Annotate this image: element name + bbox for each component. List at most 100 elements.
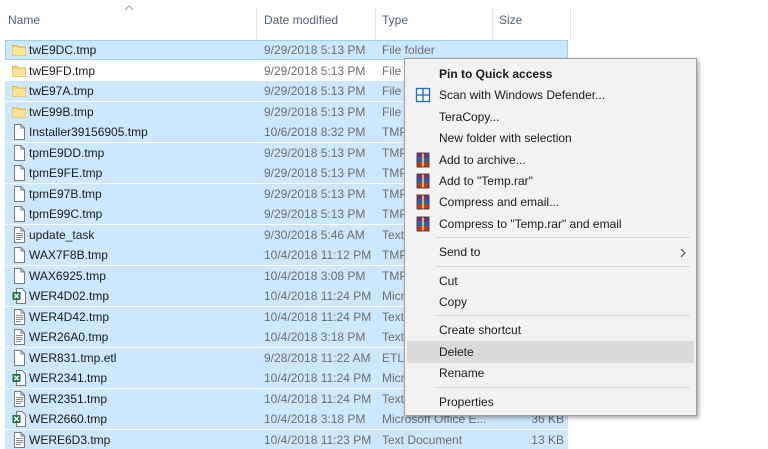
column-size-label: Size [499, 13, 523, 27]
menu-item-teracopy[interactable]: TeraCopy... [407, 106, 694, 128]
column-divider[interactable] [570, 8, 571, 40]
excel-file-icon [12, 370, 26, 386]
file-date-modified: 10/6/2018 8:32 PM [264, 125, 366, 139]
file-name: tpmE9FE.tmp [29, 166, 103, 180]
column-header-date-modified[interactable]: Date modified [264, 0, 374, 40]
folder-icon [12, 42, 26, 58]
menu-item-add-to-archive[interactable]: Add to archive... [407, 149, 694, 171]
menu-separator [435, 265, 690, 267]
menu-item-rename[interactable]: Rename [407, 362, 694, 384]
file-date-modified: 9/29/2018 5:13 PM [264, 145, 366, 160]
winrar-icon [415, 194, 431, 210]
file-date-modified: 10/4/2018 11:24 PM [264, 289, 372, 303]
menu-item-pin-to-quick-access[interactable]: Pin to Quick access [407, 63, 694, 85]
context-menu: Pin to Quick access Scan with Windows Def… [404, 58, 697, 416]
file-icon [12, 165, 26, 181]
text-file-icon [12, 390, 26, 407]
folder-icon [12, 63, 26, 79]
file-name: WER2341.tmp [29, 371, 108, 385]
file-date-modified: 10/4/2018 11:24 PM [264, 371, 372, 385]
file-type: File folder [382, 43, 435, 57]
column-header-size[interactable]: Size [499, 0, 571, 40]
menu-item-label: Create shortcut [439, 323, 522, 338]
file-date-modified: 10/4/2018 3:08 PM [264, 268, 366, 283]
file-icon [12, 185, 26, 202]
file-date-modified: 9/29/2018 5:13 PM [264, 43, 366, 57]
column-divider[interactable] [256, 8, 257, 40]
menu-item-add-to-temp-rar[interactable]: Add to "Temp.rar" [407, 170, 694, 192]
folder-icon [12, 104, 26, 120]
menu-item-label: Add to "Temp.rar" [439, 174, 533, 188]
column-divider[interactable] [492, 8, 493, 40]
file-icon [12, 267, 26, 284]
menu-item-new-folder-with-selection[interactable]: New folder with selection [407, 127, 694, 149]
excel-file-icon [12, 411, 26, 427]
file-date-modified: 9/29/2018 5:13 PM [264, 186, 366, 201]
menu-item-create-shortcut[interactable]: Create shortcut [407, 319, 694, 341]
file-icon [12, 124, 26, 140]
menu-item-scan-with-windows-defender[interactable]: Scan with Windows Defender... [407, 84, 694, 106]
menu-item-label: Pin to Quick access [439, 67, 553, 81]
file-type: Text Document [382, 432, 463, 447]
file-name: tpmE99C.tmp [29, 207, 103, 221]
file-row[interactable]: twE9DC.tmp 9/29/2018 5:13 PM File folder [5, 40, 568, 60]
menu-item-label: Scan with Windows Defender... [439, 88, 606, 103]
defender-shield-icon [415, 87, 431, 103]
menu-item-label: Delete [439, 344, 474, 359]
file-name: tpmE97B.tmp [29, 186, 102, 201]
winrar-icon [415, 216, 431, 232]
file-name: twE9FD.tmp [29, 63, 96, 78]
file-icon [12, 144, 26, 161]
column-header-type[interactable]: Type [382, 0, 492, 40]
menu-item-label: Rename [439, 366, 485, 381]
file-name: update_task [29, 227, 95, 242]
file-name: twE9DC.tmp [29, 43, 97, 57]
menu-item-label: Send to [439, 245, 481, 260]
file-name: WER4D02.tmp [29, 289, 110, 303]
file-name: WERE6D3.tmp [29, 432, 111, 447]
file-icon [12, 247, 26, 263]
chevron-right-icon [680, 247, 686, 258]
file-date-modified: 9/30/2018 5:46 AM [264, 227, 365, 242]
file-icon [12, 349, 26, 366]
folder-icon [12, 83, 26, 99]
file-date-modified: 10/4/2018 11:24 PM [264, 391, 372, 406]
file-name: WER831.tmp.etl [29, 350, 117, 365]
file-size [493, 40, 564, 60]
menu-item-properties[interactable]: Properties [407, 391, 694, 413]
menu-item-label: Copy [439, 295, 468, 309]
file-name: twE99B.tmp [29, 104, 94, 119]
menu-item-send-to[interactable]: Send to [407, 241, 694, 263]
file-date-modified: 10/4/2018 11:24 PM [264, 309, 372, 324]
menu-item-label: New folder with selection [439, 131, 572, 146]
menu-item-delete[interactable]: Delete [407, 340, 694, 363]
sort-ascending-icon [124, 5, 134, 11]
file-name: WER2660.tmp [29, 412, 108, 426]
file-date-modified: 9/29/2018 5:13 PM [264, 207, 366, 221]
file-row[interactable]: WERE6D3.tmp 10/4/2018 11:23 PM Text Docume… [5, 429, 568, 449]
file-name: WER26A0.tmp [29, 330, 109, 344]
file-name: twE97A.tmp [29, 84, 94, 98]
menu-item-compress-to-temp-rar-and-email[interactable]: Compress to "Temp.rar" and email [407, 213, 694, 235]
column-date-label: Date modified [264, 13, 339, 27]
file-name: tpmE9DD.tmp [29, 145, 105, 160]
file-date-modified: 10/4/2018 11:23 PM [264, 432, 372, 447]
file-name: WER2351.tmp [29, 391, 108, 406]
file-date-modified: 9/28/2018 11:22 AM [264, 350, 371, 365]
file-name: WAX7F8B.tmp [29, 248, 108, 262]
menu-item-cut[interactable]: Cut [407, 270, 694, 292]
menu-separator [435, 386, 690, 388]
file-date-modified: 9/29/2018 5:13 PM [264, 104, 366, 119]
file-size: 13 KB [531, 432, 564, 447]
file-name: WAX6925.tmp [29, 268, 106, 283]
menu-item-copy[interactable]: Copy [407, 291, 694, 313]
file-date-modified: 9/29/2018 5:13 PM [264, 63, 366, 78]
file-date-modified: 10/4/2018 11:12 PM [264, 248, 372, 262]
menu-item-label: Compress and email... [439, 195, 560, 210]
column-divider[interactable] [375, 8, 376, 40]
menu-item-compress-and-email[interactable]: Compress and email... [407, 191, 694, 213]
winrar-icon [415, 173, 431, 189]
menu-item-label: Compress to "Temp.rar" and email [439, 216, 622, 231]
excel-file-icon [12, 288, 26, 304]
column-name-label: Name [8, 13, 41, 27]
